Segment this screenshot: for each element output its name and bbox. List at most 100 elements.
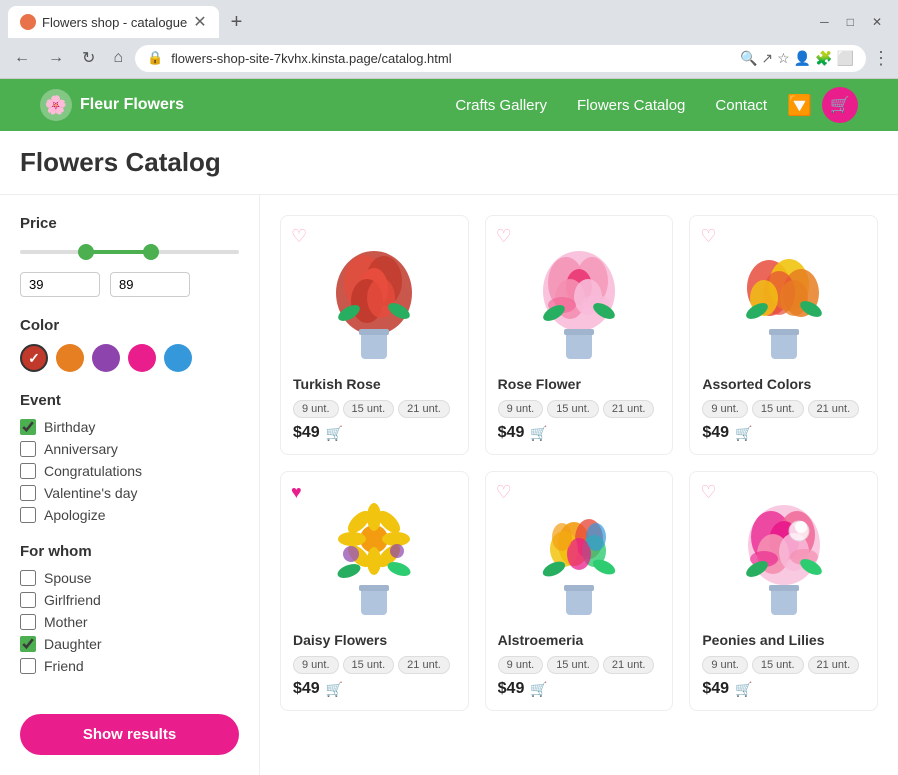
event-anniversary[interactable]: Anniversary — [20, 441, 239, 457]
event-valentines[interactable]: Valentine's day — [20, 485, 239, 501]
variant-21[interactable]: 21 unt. — [808, 400, 860, 418]
share-icon[interactable]: ↗ — [761, 50, 773, 67]
address-bar-actions: 🔍 ↗ ☆ 👤 🧩 ⬜ — [740, 50, 854, 67]
event-anniversary-checkbox[interactable] — [20, 441, 36, 457]
tab-close-button[interactable]: ✕ — [193, 12, 206, 32]
variant-9[interactable]: 9 unt. — [702, 656, 748, 674]
wishlist-peonies-lilies[interactable]: ♡ — [700, 482, 716, 503]
for-girlfriend[interactable]: Girlfriend — [20, 592, 239, 608]
for-girlfriend-checkbox[interactable] — [20, 592, 36, 608]
wishlist-assorted-colors[interactable]: ♡ — [700, 226, 716, 247]
for-daughter[interactable]: Daughter — [20, 636, 239, 652]
variant-9[interactable]: 9 unt. — [702, 400, 748, 418]
price-min-input[interactable]: 39 — [20, 272, 100, 297]
address-bar[interactable]: 🔒 flowers-shop-site-7kvhx.kinsta.page/ca… — [135, 45, 866, 72]
alstroemeria-svg — [524, 489, 634, 619]
home-button[interactable]: ⌂ — [107, 45, 129, 71]
event-valentines-label: Valentine's day — [44, 485, 137, 501]
for-whom-label: For whom — [20, 543, 239, 560]
product-name-rose-flower: Rose Flower — [498, 376, 661, 392]
menu-button[interactable]: ⋮ — [872, 48, 890, 69]
event-valentines-checkbox[interactable] — [20, 485, 36, 501]
product-variants-daisy-flowers: 9 unt. 15 unt. 21 unt. — [293, 656, 456, 674]
back-button[interactable]: ← — [8, 45, 36, 71]
variant-21[interactable]: 21 unt. — [398, 400, 450, 418]
account-icon[interactable]: 👤 — [794, 50, 811, 67]
new-tab-button[interactable]: + — [223, 7, 251, 38]
variant-9[interactable]: 9 unt. — [498, 656, 544, 674]
color-blue[interactable] — [164, 344, 192, 372]
product-card-assorted-colors: ♡ — [689, 215, 878, 455]
variant-21[interactable]: 21 unt. — [398, 656, 450, 674]
product-variants-turkish-rose: 9 unt. 15 unt. 21 unt. — [293, 400, 456, 418]
wishlist-rose-flower[interactable]: ♡ — [496, 226, 512, 247]
maximize-button[interactable]: □ — [839, 11, 862, 33]
event-congratulations[interactable]: Congratulations — [20, 463, 239, 479]
nav-flowers-catalog[interactable]: Flowers Catalog — [577, 97, 685, 114]
wishlist-turkish-rose[interactable]: ♡ — [291, 226, 307, 247]
color-pink[interactable] — [128, 344, 156, 372]
variant-21[interactable]: 21 unt. — [808, 656, 860, 674]
variant-9[interactable]: 9 unt. — [293, 656, 339, 674]
for-daughter-checkbox[interactable] — [20, 636, 36, 652]
minimize-button[interactable]: ─ — [812, 11, 837, 33]
for-mother[interactable]: Mother — [20, 614, 239, 630]
price-max-input[interactable]: 89 — [110, 272, 190, 297]
price-filter: Price 39 89 — [20, 215, 239, 297]
event-congratulations-checkbox[interactable] — [20, 463, 36, 479]
rose-flower-svg — [524, 233, 634, 363]
tab-title: Flowers shop - catalogue — [42, 15, 187, 30]
nav-crafts-gallery[interactable]: Crafts Gallery — [455, 97, 547, 114]
color-purple[interactable] — [92, 344, 120, 372]
for-spouse-checkbox[interactable] — [20, 570, 36, 586]
variant-9[interactable]: 9 unt. — [498, 400, 544, 418]
wishlist-alstroemeria[interactable]: ♡ — [496, 482, 512, 503]
reload-button[interactable]: ↻ — [76, 44, 101, 72]
add-to-cart-turkish-rose[interactable]: 🛒 — [326, 425, 343, 442]
variant-21[interactable]: 21 unt. — [603, 400, 655, 418]
wishlist-button[interactable]: 🔽 — [787, 93, 812, 118]
add-to-cart-alstroemeria[interactable]: 🛒 — [530, 681, 547, 698]
search-icon[interactable]: 🔍 — [740, 50, 757, 67]
color-red[interactable]: ✓ — [20, 344, 48, 372]
variant-15[interactable]: 15 unt. — [343, 400, 395, 418]
close-button[interactable]: ✕ — [864, 11, 890, 33]
for-spouse[interactable]: Spouse — [20, 570, 239, 586]
event-birthday-checkbox[interactable] — [20, 419, 36, 435]
product-price-daisy-flowers: $49 🛒 — [293, 680, 456, 698]
bookmark-icon[interactable]: ☆ — [777, 50, 790, 67]
url-text: flowers-shop-site-7kvhx.kinsta.page/cata… — [171, 51, 732, 66]
wishlist-daisy-flowers[interactable]: ♥ — [291, 482, 302, 503]
add-to-cart-peonies-lilies[interactable]: 🛒 — [735, 681, 752, 698]
page-title: Flowers Catalog — [0, 131, 898, 195]
add-to-cart-assorted-colors[interactable]: 🛒 — [735, 425, 752, 442]
daisy-svg — [319, 489, 429, 619]
event-birthday[interactable]: Birthday — [20, 419, 239, 435]
split-icon[interactable]: ⬜ — [837, 50, 854, 67]
variant-15[interactable]: 15 unt. — [547, 400, 599, 418]
show-results-button[interactable]: Show results — [20, 714, 239, 755]
product-price-rose-flower: $49 🛒 — [498, 424, 661, 442]
color-orange[interactable] — [56, 344, 84, 372]
variant-15[interactable]: 15 unt. — [547, 656, 599, 674]
nav-contact[interactable]: Contact — [715, 97, 767, 114]
variant-15[interactable]: 15 unt. — [752, 400, 804, 418]
price-range-slider[interactable] — [20, 242, 239, 262]
forward-button[interactable]: → — [42, 45, 70, 71]
variant-9[interactable]: 9 unt. — [293, 400, 339, 418]
cart-button[interactable]: 🛒 — [822, 87, 858, 123]
event-apologize-checkbox[interactable] — [20, 507, 36, 523]
variant-21[interactable]: 21 unt. — [603, 656, 655, 674]
variant-15[interactable]: 15 unt. — [343, 656, 395, 674]
range-thumb-min[interactable] — [78, 244, 94, 260]
add-to-cart-daisy-flowers[interactable]: 🛒 — [326, 681, 343, 698]
logo: 🌸 Fleur Flowers — [40, 89, 184, 121]
extensions-icon[interactable]: 🧩 — [815, 50, 832, 67]
for-mother-checkbox[interactable] — [20, 614, 36, 630]
variant-15[interactable]: 15 unt. — [752, 656, 804, 674]
event-apologize[interactable]: Apologize — [20, 507, 239, 523]
logo-icon: 🌸 — [40, 89, 72, 121]
range-thumb-max[interactable] — [143, 244, 159, 260]
add-to-cart-rose-flower[interactable]: 🛒 — [530, 425, 547, 442]
active-tab: Flowers shop - catalogue ✕ — [8, 6, 219, 38]
